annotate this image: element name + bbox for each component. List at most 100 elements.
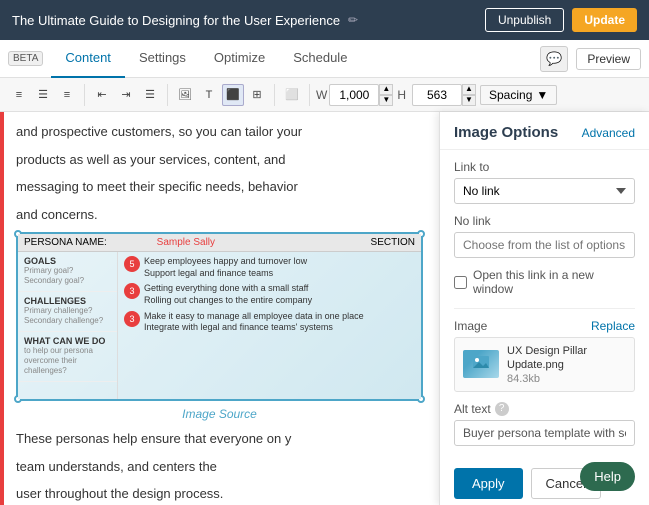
edit-icon[interactable]: ✏ [348, 13, 358, 27]
editor-text-2: products as well as your services, conte… [16, 150, 423, 170]
spacing-label: Spacing [489, 88, 532, 102]
page-title: The Ultimate Guide to Designing for the … [12, 13, 358, 28]
image-source-link[interactable]: Image Source [16, 407, 423, 421]
editor-area: and prospective customers, so you can ta… [0, 112, 439, 505]
persona-right-col: 5 Keep employees happy and turnover lowS… [118, 252, 421, 399]
link-to-select[interactable]: No link [454, 178, 635, 204]
image-info-row: Image Replace [454, 319, 635, 333]
indent-tools: ⇤ ⇥ ☰ [91, 84, 168, 106]
spacing-chevron: ▼ [536, 88, 548, 102]
help-button[interactable]: Help [580, 462, 635, 491]
nav-tabs: BETA Content Settings Optimize Schedule … [0, 40, 649, 78]
list-btn[interactable]: ☰ [139, 84, 161, 106]
preview-button[interactable]: Preview [576, 48, 641, 70]
persona-num-2: 3 [124, 283, 140, 299]
challenges-title: CHALLENGES [24, 296, 111, 306]
update-button[interactable]: Update [572, 8, 637, 32]
width-input-group: W ▲ ▼ [316, 84, 393, 106]
top-bar-actions: Unpublish Update [485, 8, 637, 32]
panel-header: Image Options Advanced [440, 112, 649, 150]
persona-image: PERSONA NAME: Sample Sally SECTION GOALS… [18, 234, 421, 399]
height-down[interactable]: ▼ [462, 95, 476, 106]
image-options-panel: Image Options Advanced Link to No link N… [439, 112, 649, 505]
toolbar: ≡ ☰ ≡ ⇤ ⇥ ☰ 🖼 T ⬛ ⊞ ⬜ W ▲ ▼ H ▲ ▼ Spacin… [0, 78, 649, 112]
goals-title: GOALS [24, 256, 111, 266]
width-spinner: ▲ ▼ [379, 84, 393, 106]
tab-schedule[interactable]: Schedule [279, 40, 361, 78]
nav-right: 💬 Preview [540, 46, 641, 72]
image-thumbnail [463, 350, 499, 378]
persona-header: PERSONA NAME: Sample Sally SECTION [18, 234, 421, 252]
spacing-button[interactable]: Spacing ▼ [480, 85, 557, 105]
align-left-btn[interactable]: ≡ [8, 84, 30, 106]
persona-name-label: PERSONA NAME: [24, 237, 107, 248]
persona-section-label: SECTION [265, 237, 415, 248]
persona-num-3: 3 [124, 311, 140, 327]
align-center-btn[interactable]: ☰ [32, 84, 54, 106]
editor-text-5: These personas help ensure that everyone… [16, 429, 423, 449]
tab-settings[interactable]: Settings [125, 40, 200, 78]
text-btn[interactable]: T [198, 84, 220, 106]
active-media-btn[interactable]: ⬛ [222, 84, 244, 106]
editor-text-4: and concerns. [16, 205, 423, 225]
image-btn[interactable]: 🖼 [174, 84, 196, 106]
what-sub: to help our persona overcome their chall… [24, 346, 111, 377]
new-window-checkbox[interactable] [454, 276, 467, 289]
link-to-label: Link to [454, 160, 635, 174]
height-spinner: ▲ ▼ [462, 84, 476, 106]
layout-tool: ⬜ [281, 84, 310, 106]
persona-text-2: Getting everything done with a small sta… [144, 283, 312, 306]
persona-text-1: Keep employees happy and turnover lowSup… [144, 256, 307, 279]
image-filename: UX Design Pillar Update.png [507, 344, 626, 373]
height-up[interactable]: ▲ [462, 84, 476, 95]
alt-text-row: Alt text ? [454, 402, 635, 416]
tab-content[interactable]: Content [51, 40, 125, 78]
editor-left-border [0, 112, 4, 505]
persona-num-1: 5 [124, 256, 140, 272]
persona-left-col: GOALS Primary goal? Secondary goal? CHAL… [18, 252, 118, 399]
persona-what-section: WHAT CAN WE DO to help our persona overc… [18, 332, 117, 382]
beta-badge: BETA [8, 51, 43, 66]
alt-text-label: Alt text [454, 402, 491, 416]
main-area: and prospective customers, so you can ta… [0, 112, 649, 505]
panel-title: Image Options [454, 124, 558, 141]
alt-text-input[interactable] [454, 420, 635, 446]
height-label: H [397, 88, 406, 102]
persona-challenges-section: CHALLENGES Primary challenge? Secondary … [18, 292, 117, 332]
width-input[interactable] [329, 84, 379, 106]
image-info-box: UX Design Pillar Update.png 84.3kb [454, 337, 635, 392]
width-up[interactable]: ▲ [379, 84, 393, 95]
replace-link[interactable]: Replace [591, 319, 635, 333]
new-window-row: Open this link in a new window [454, 268, 635, 296]
link-input[interactable] [454, 232, 635, 258]
challenges-sub: Primary challenge? Secondary challenge? [24, 306, 111, 327]
chat-icon-button[interactable]: 💬 [540, 46, 568, 72]
media-tools: 🖼 T ⬛ ⊞ [174, 84, 275, 106]
tab-optimize[interactable]: Optimize [200, 40, 279, 78]
height-input-group: ▲ ▼ [412, 84, 476, 106]
outdent-btn[interactable]: ⇤ [91, 84, 113, 106]
apply-button[interactable]: Apply [454, 468, 523, 499]
width-down[interactable]: ▼ [379, 95, 393, 106]
indent-btn[interactable]: ⇥ [115, 84, 137, 106]
persona-body: GOALS Primary goal? Secondary goal? CHAL… [18, 252, 421, 399]
persona-goals-section: GOALS Primary goal? Secondary goal? [18, 252, 117, 292]
image-label: Image [454, 319, 487, 333]
persona-sample-name: Sample Sally [111, 237, 261, 248]
persona-text-3: Make it easy to manage all employee data… [144, 311, 364, 334]
what-title: WHAT CAN WE DO [24, 336, 111, 346]
no-link-label: No link [454, 214, 635, 228]
layout-btn[interactable]: ⬜ [281, 84, 303, 106]
new-window-label: Open this link in a new window [473, 268, 635, 296]
advanced-link[interactable]: Advanced [582, 126, 635, 140]
editor-image-container[interactable]: PERSONA NAME: Sample Sally SECTION GOALS… [16, 232, 423, 401]
editor-text-6: team understands, and centers the [16, 457, 423, 477]
alt-text-info-icon[interactable]: ? [495, 402, 509, 416]
height-input[interactable] [412, 84, 462, 106]
persona-row-1: 5 Keep employees happy and turnover lowS… [124, 256, 415, 279]
image-filesize: 84.3kb [507, 373, 626, 385]
align-right-btn[interactable]: ≡ [56, 84, 78, 106]
unpublish-button[interactable]: Unpublish [485, 8, 564, 32]
align-tools: ≡ ☰ ≡ [8, 84, 85, 106]
grid-btn[interactable]: ⊞ [246, 84, 268, 106]
